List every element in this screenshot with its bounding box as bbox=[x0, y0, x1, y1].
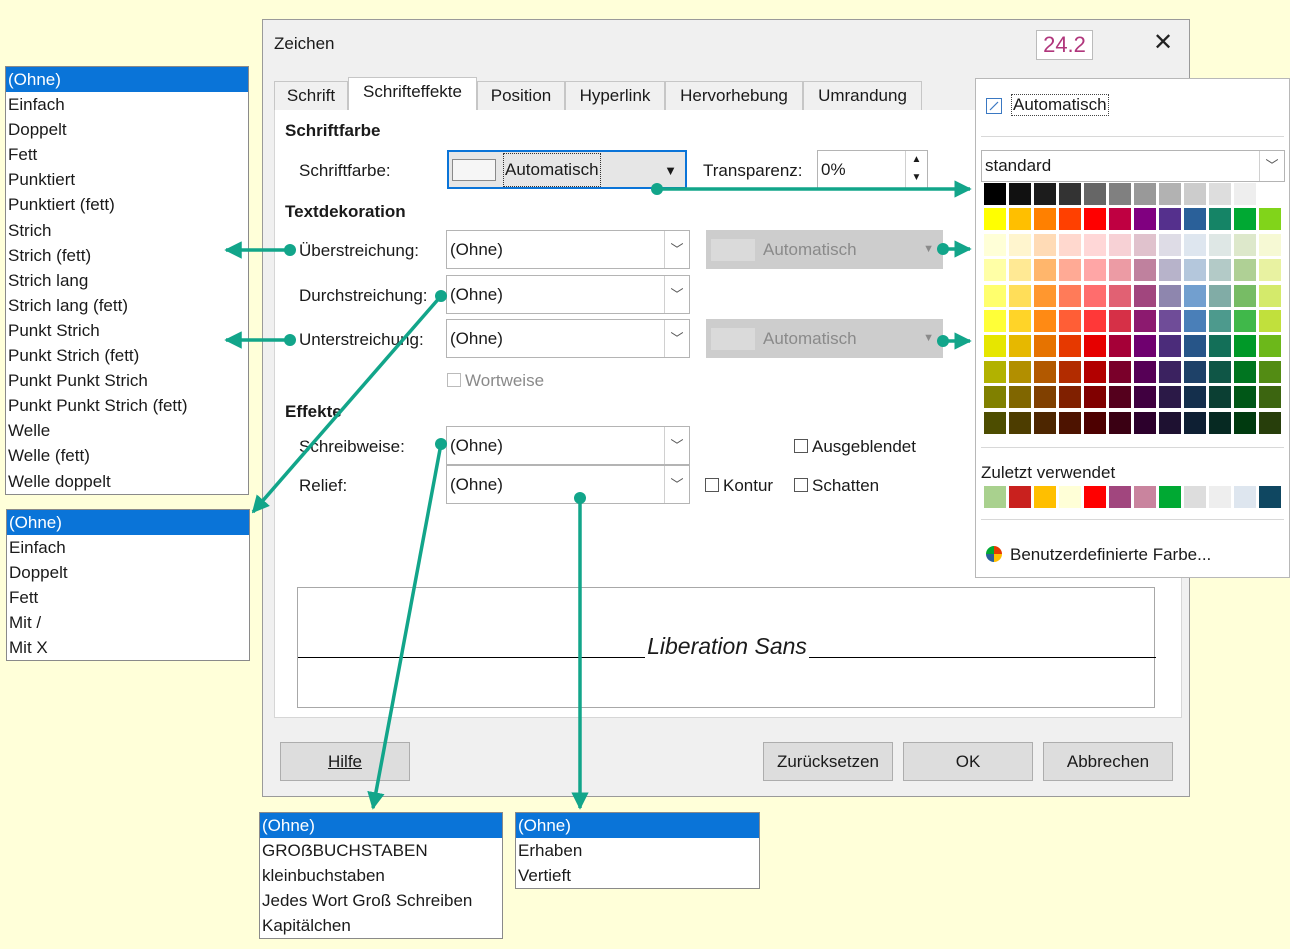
connector-dot bbox=[435, 438, 447, 450]
connector-dot bbox=[284, 334, 296, 346]
connector-dot bbox=[435, 290, 447, 302]
connector-case bbox=[367, 443, 443, 810]
connector-dot bbox=[937, 243, 949, 255]
connector-strikethrough bbox=[251, 294, 443, 514]
connector-dot bbox=[937, 335, 949, 347]
annotation-connectors bbox=[224, 180, 972, 810]
connector-dot bbox=[651, 183, 663, 195]
connector-dot bbox=[574, 492, 586, 504]
connector-dot bbox=[284, 244, 296, 256]
